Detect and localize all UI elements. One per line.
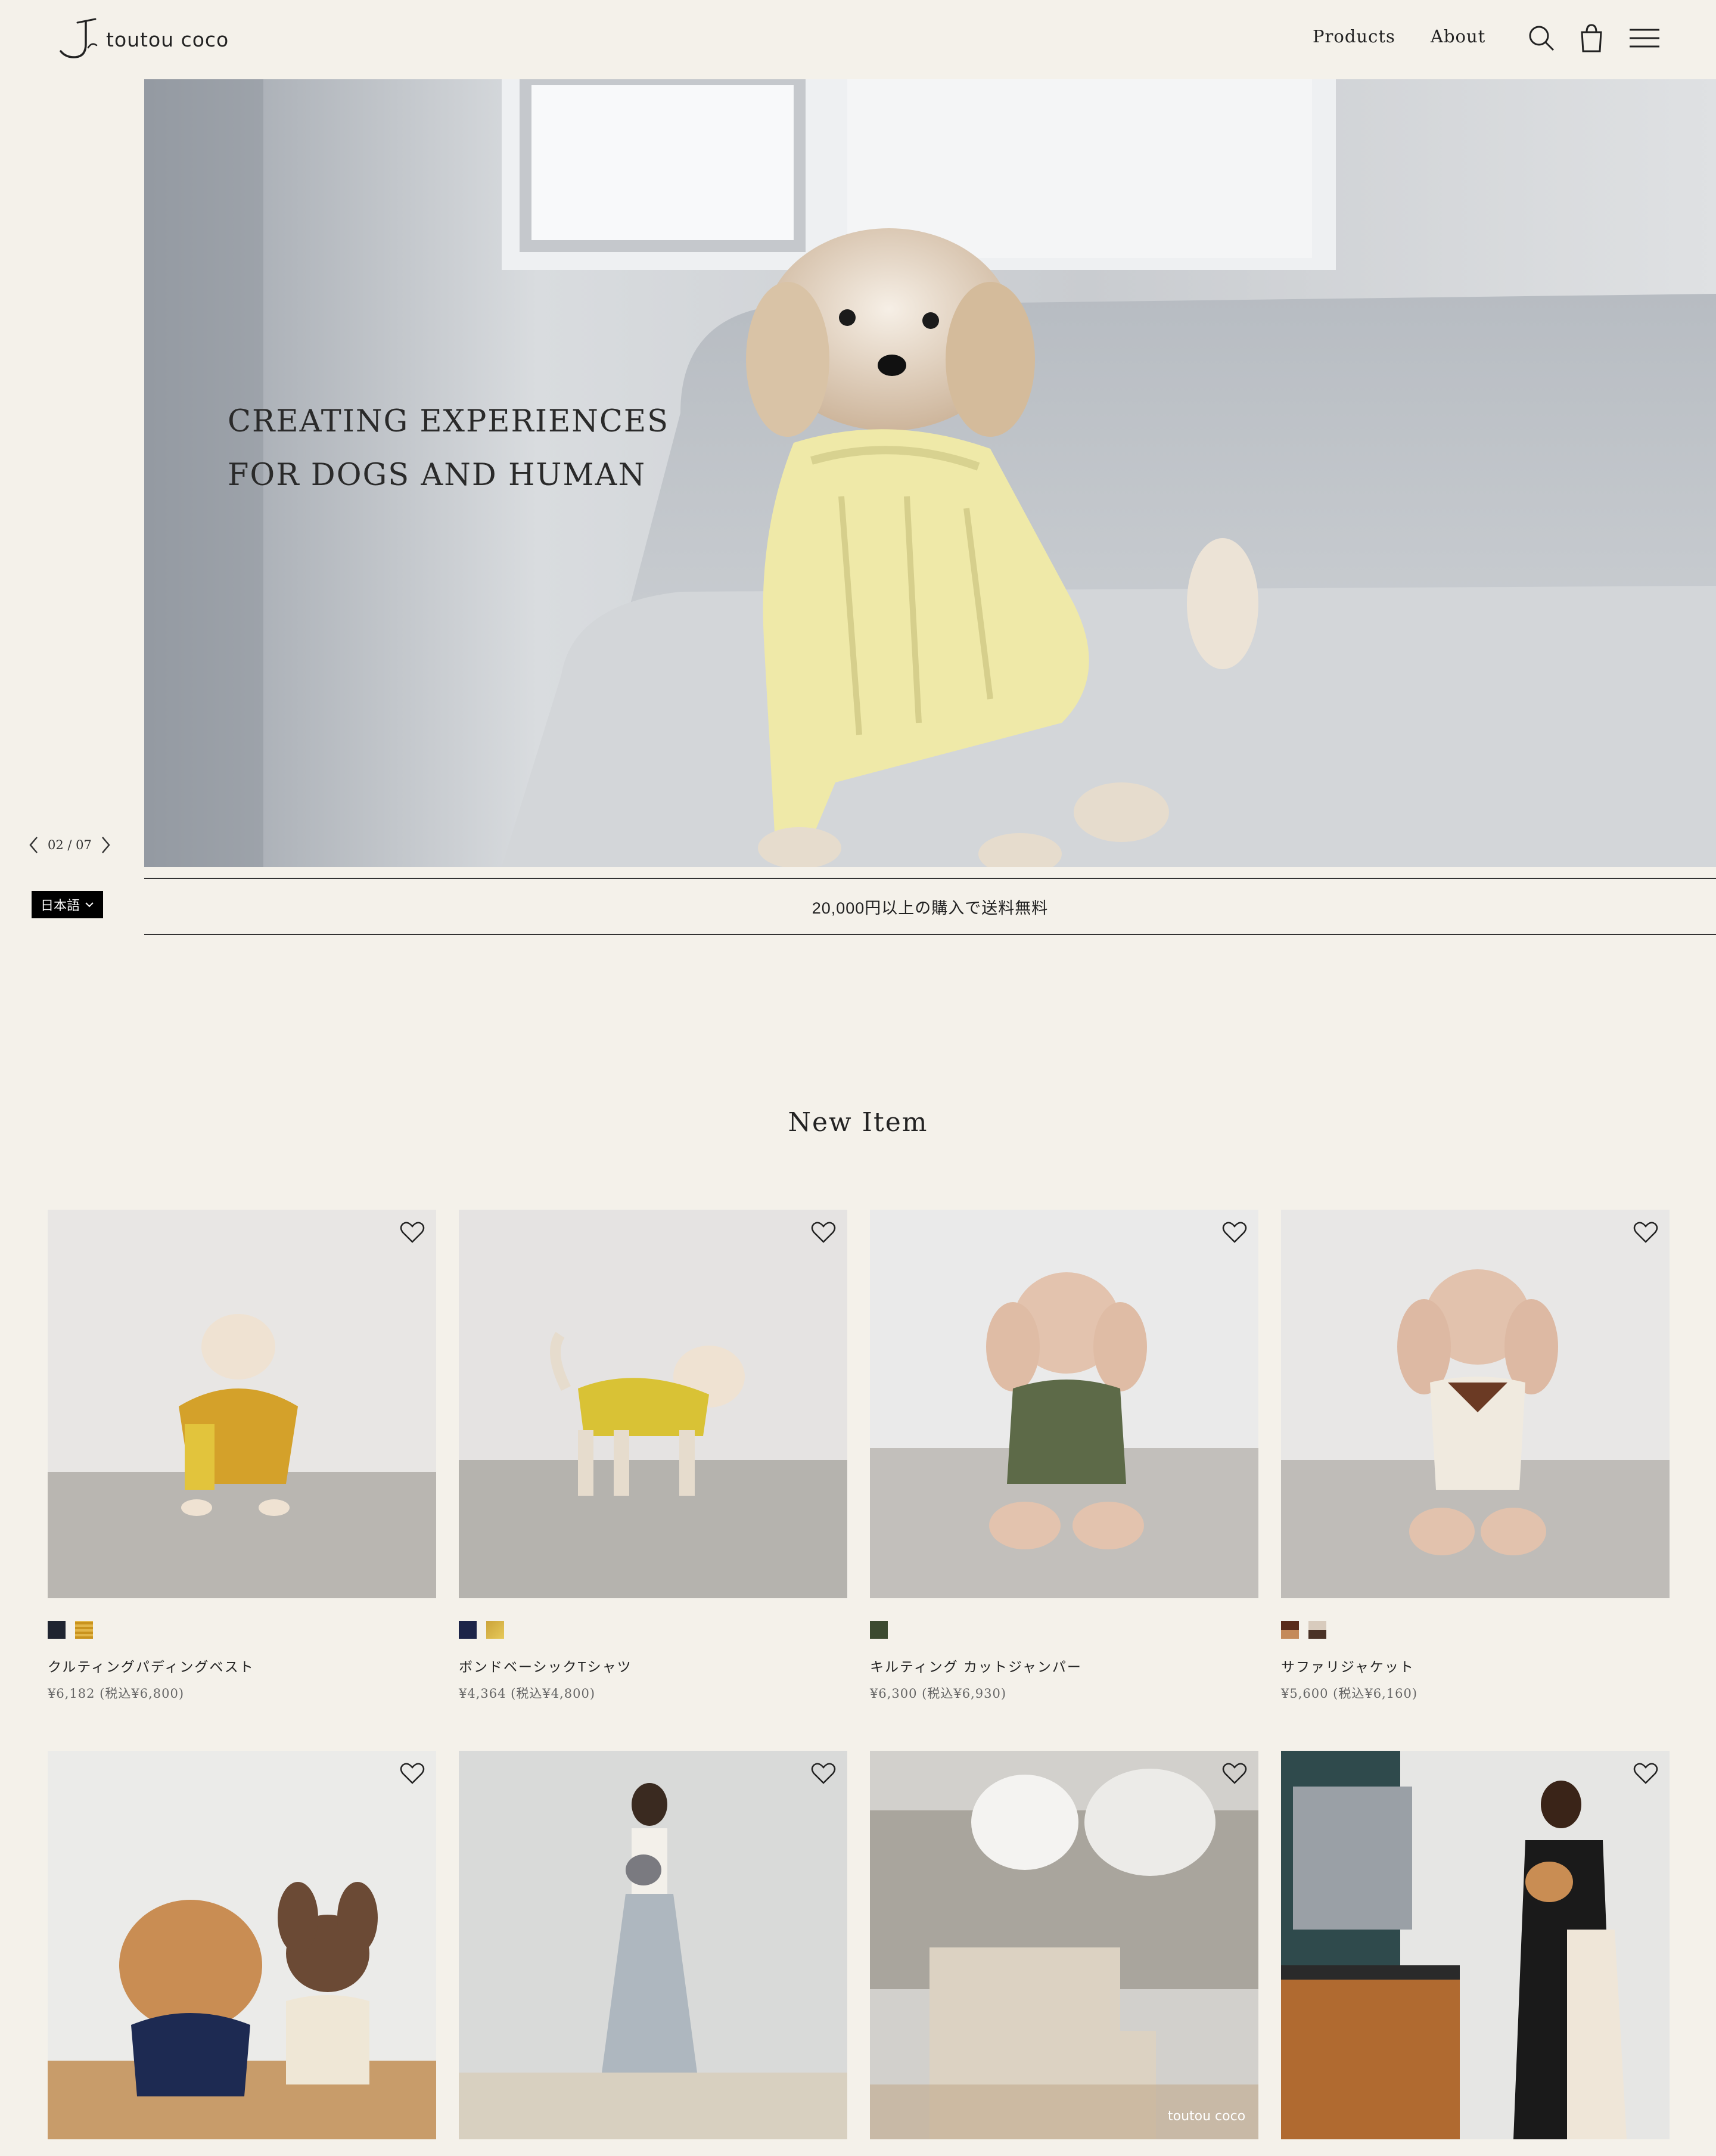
favorite-heart-icon[interactable] xyxy=(399,1762,425,1785)
product-image[interactable] xyxy=(1281,1210,1670,1598)
product-card[interactable]: サファリジャケット ¥5,600 (税込¥6,160) xyxy=(1281,1210,1670,1702)
free-shipping-text: 20,000円以上の購入で送料無料 xyxy=(812,899,1049,917)
chevron-right-icon[interactable] xyxy=(99,835,112,855)
product-image[interactable] xyxy=(1281,1751,1670,2139)
slider-nav: 02 / 07 xyxy=(27,835,112,855)
product-name[interactable]: キルティング カットジャンパー xyxy=(870,1655,1258,1676)
favorite-heart-icon[interactable] xyxy=(810,1220,837,1244)
favorite-heart-icon[interactable] xyxy=(1221,1220,1248,1244)
section-title: New Item xyxy=(788,1107,928,1138)
favorite-heart-icon[interactable] xyxy=(1633,1762,1659,1785)
site-header: toutou coco Products About xyxy=(0,0,1716,79)
language-selector[interactable]: 日本語 xyxy=(32,891,103,918)
color-swatch[interactable] xyxy=(1308,1621,1326,1639)
color-swatches xyxy=(48,1621,436,1640)
product-name[interactable]: ボンドベーシックTシャツ xyxy=(459,1655,847,1676)
free-shipping-banner: 20,000円以上の購入で送料無料 xyxy=(144,878,1716,935)
hero-slider[interactable]: CREATING EXPERIENCES FOR DOGS AND HUMAN xyxy=(144,79,1716,867)
logo[interactable]: toutou coco xyxy=(55,18,229,61)
color-swatch[interactable] xyxy=(486,1621,504,1639)
product-card[interactable]: キルティング カットジャンパー ¥6,300 (税込¥6,930) xyxy=(870,1210,1258,1702)
product-name[interactable]: クルティングパディングベスト xyxy=(48,1655,436,1676)
product-card[interactable]: ボンドベーシックTシャツ ¥4,364 (税込¥4,800) xyxy=(459,1210,847,1702)
chevron-left-icon[interactable] xyxy=(27,835,41,855)
product-card[interactable] xyxy=(1281,1751,1670,2139)
color-swatches xyxy=(1281,1621,1670,1640)
color-swatch[interactable] xyxy=(48,1621,66,1639)
color-swatches xyxy=(459,1621,847,1640)
color-swatch[interactable] xyxy=(75,1621,93,1639)
product-image[interactable] xyxy=(870,1210,1258,1598)
product-name[interactable]: サファリジャケット xyxy=(1281,1655,1670,1676)
product-image[interactable] xyxy=(48,1210,436,1598)
color-swatches xyxy=(870,1621,1258,1640)
product-card[interactable] xyxy=(459,1751,847,2139)
product-image[interactable] xyxy=(459,1210,847,1598)
nav-products[interactable]: Products xyxy=(1313,26,1395,46)
hero-headline: CREATING EXPERIENCES FOR DOGS AND HUMAN xyxy=(228,395,669,502)
product-price: ¥6,300 (税込¥6,930) xyxy=(870,1686,1007,1701)
search-icon[interactable] xyxy=(1526,23,1557,54)
hero-headline-line1: CREATING EXPERIENCES xyxy=(228,404,670,439)
color-swatch[interactable] xyxy=(459,1621,477,1639)
chevron-down-icon xyxy=(85,902,94,908)
logo-mark-icon xyxy=(60,18,98,58)
watermark-text: toutou coco xyxy=(1168,2109,1245,2124)
hero-headline-line2: FOR DOGS AND HUMAN xyxy=(228,458,646,493)
product-price: ¥6,182 (税込¥6,800) xyxy=(48,1686,185,1701)
color-swatch[interactable] xyxy=(1281,1621,1299,1639)
product-card[interactable] xyxy=(48,1751,436,2139)
favorite-heart-icon[interactable] xyxy=(810,1762,837,1785)
color-swatch[interactable] xyxy=(870,1621,888,1639)
cart-icon[interactable] xyxy=(1576,23,1607,54)
favorite-heart-icon[interactable] xyxy=(399,1220,425,1244)
favorite-heart-icon[interactable] xyxy=(1221,1762,1248,1785)
language-selected: 日本語 xyxy=(40,898,80,913)
product-card[interactable]: クルティングパディングベスト ¥6,182 (税込¥6,800) xyxy=(48,1210,436,1702)
product-image[interactable]: toutou coco xyxy=(870,1751,1258,2139)
nav-about[interactable]: About xyxy=(1431,26,1485,46)
logo-text: toutou coco xyxy=(106,27,229,51)
product-image[interactable] xyxy=(459,1751,847,2139)
favorite-heart-icon[interactable] xyxy=(1633,1220,1659,1244)
product-price: ¥5,600 (税込¥6,160) xyxy=(1281,1686,1418,1701)
slide-counter: 02 / 07 xyxy=(48,838,92,852)
product-price: ¥4,364 (税込¥4,800) xyxy=(459,1686,596,1701)
product-card[interactable]: toutou coco xyxy=(870,1751,1258,2139)
product-image[interactable] xyxy=(48,1751,436,2139)
hamburger-menu-icon[interactable] xyxy=(1627,23,1662,54)
